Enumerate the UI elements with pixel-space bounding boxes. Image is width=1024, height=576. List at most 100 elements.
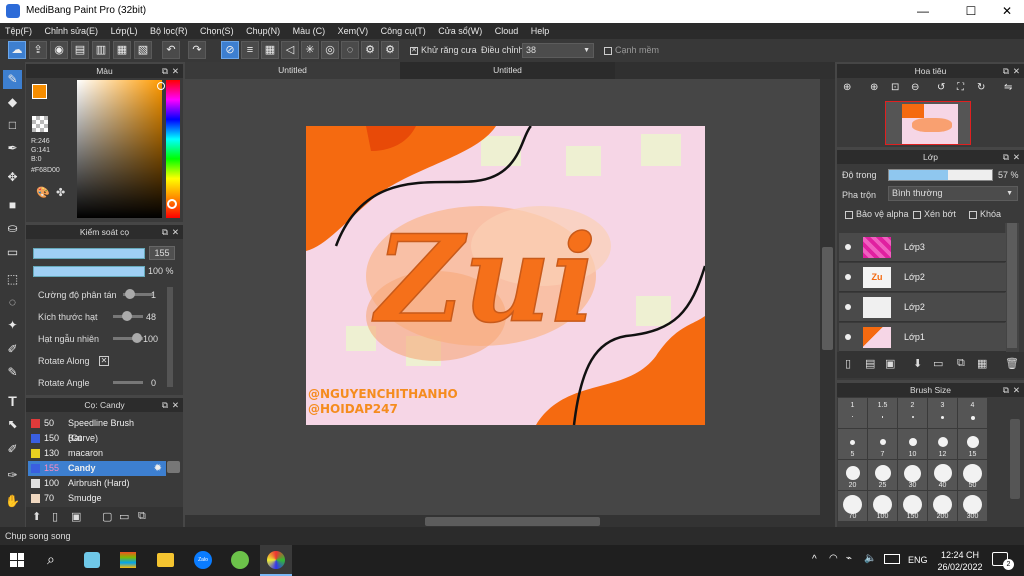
menu-tools[interactable]: Công cụ(T) (376, 23, 431, 39)
duplicate-icon[interactable]: ⧉ (138, 510, 146, 523)
brush-size-option[interactable]: 5 (838, 429, 867, 459)
gradient-tool-icon[interactable]: ▭ (3, 243, 22, 262)
brush-size-option[interactable]: 25 (868, 460, 897, 490)
doc-icon[interactable]: ▥ (92, 41, 110, 59)
brush-item[interactable]: 100 Airbrush (Hard) (28, 476, 166, 491)
share-icon[interactable]: ⇪ (29, 41, 47, 59)
magic-wand-icon[interactable]: ✦ (3, 316, 22, 335)
tab-untitled-1[interactable]: Untitled (185, 62, 400, 79)
circle-snap-icon[interactable]: ◎ (321, 41, 339, 59)
rotate-left-icon[interactable]: ↺ (937, 82, 945, 93)
fit-icon[interactable]: ⊡ (891, 82, 899, 93)
adjust-dropdown[interactable]: 38 ▼ (522, 43, 594, 58)
expand-icon[interactable]: ⧉ (162, 225, 168, 239)
menu-edit[interactable]: Chỉnh sửa(E) (40, 23, 104, 39)
file-explorer-icon[interactable] (157, 553, 174, 567)
foreground-color-swatch[interactable] (32, 84, 47, 99)
menu-select[interactable]: Chọn(S) (195, 23, 239, 39)
color-picker-cursor[interactable] (157, 82, 165, 90)
menu-help[interactable]: Help (526, 23, 555, 39)
new-layer-2-icon[interactable]: ▤ (865, 357, 875, 370)
operation-tool-icon[interactable]: ⬉ (3, 415, 22, 434)
parallel-snap-icon[interactable]: ≡ (241, 41, 259, 59)
chat-icon[interactable]: ◉ (50, 41, 68, 59)
brush-size-option[interactable]: 15 (958, 429, 987, 459)
store-app-icon[interactable] (120, 552, 136, 568)
grid-snap-icon[interactable]: ▦ (261, 41, 279, 59)
eye-icon[interactable] (845, 274, 851, 280)
protect-alpha-toggle[interactable]: Bảo vệ alpha (845, 209, 909, 219)
brush-list-scroll-thumb[interactable] (167, 461, 180, 473)
fullscreen-icon[interactable]: ⛶ (957, 82, 964, 93)
folder-icon[interactable]: ▭ (933, 357, 943, 370)
brush-item[interactable]: 150 Bat (28, 431, 166, 446)
clipping-checkbox[interactable] (913, 210, 921, 219)
brush-size-option[interactable]: 7 (868, 429, 897, 459)
blend-mode-dropdown[interactable]: Bình thường ▼ (888, 186, 1018, 201)
hue-slider-handle[interactable] (167, 199, 177, 209)
note-icon[interactable]: ▤ (71, 41, 89, 59)
wifi-icon[interactable]: ◠ (829, 553, 838, 564)
brush-size-option[interactable]: 10 (898, 429, 927, 459)
move-tool-icon[interactable]: ✥ (3, 168, 22, 187)
zoom-out-icon[interactable]: ⊖ (911, 82, 919, 93)
sharp-edge-checkbox[interactable] (604, 46, 612, 55)
menu-color[interactable]: Màu (C) (288, 23, 331, 39)
rotate-right-icon[interactable]: ↻ (977, 82, 985, 93)
snap-off-icon[interactable]: ⊘ (221, 41, 239, 59)
sharp-edge-toggle[interactable]: Cạnh mềm (604, 45, 659, 55)
eraser-tool-icon[interactable]: ◆ (3, 93, 22, 112)
horizontal-scrollbar[interactable] (185, 515, 835, 527)
layers-scrollbar[interactable] (1005, 223, 1019, 353)
zalo-app-icon[interactable]: Zalo (194, 551, 212, 569)
keyboard-icon[interactable] (884, 554, 900, 564)
zoom-plus-icon[interactable]: ⊕ (870, 82, 878, 93)
navigator-viewport[interactable] (885, 101, 971, 145)
vertical-scroll-thumb[interactable] (822, 247, 833, 350)
eye-icon[interactable] (845, 244, 851, 250)
brush-size-option[interactable]: 300 (958, 491, 987, 521)
brush-size-option[interactable]: 150 (898, 491, 927, 521)
eyedropper-tool-icon[interactable]: ✐ (3, 440, 22, 459)
select-eraser-icon[interactable]: ✎ (3, 363, 22, 382)
new-layer-icon[interactable]: ▯ (845, 357, 851, 370)
brush-menu-icon[interactable]: ▣ (71, 510, 81, 523)
menu-layer[interactable]: Lớp(L) (106, 23, 143, 39)
lasso-select-icon[interactable]: ◌ (3, 293, 22, 312)
delete-brush-icon[interactable]: ▢ (102, 510, 112, 523)
brush-opacity-slider[interactable] (33, 266, 145, 277)
redo-icon[interactable]: ↷ (188, 41, 206, 59)
eye-icon[interactable] (845, 334, 851, 340)
menu-file[interactable]: Tệp(F) (0, 23, 37, 39)
layers-scroll-thumb[interactable] (1007, 223, 1017, 348)
volume-icon[interactable]: 🔈 (864, 553, 876, 564)
brush-size-option[interactable]: 50 (958, 460, 987, 490)
perspective-snap-icon[interactable]: ◁ (281, 41, 299, 59)
protect-alpha-checkbox[interactable] (845, 210, 853, 219)
brush-size-option[interactable]: 70 (838, 491, 867, 521)
undo-icon[interactable]: ↶ (162, 41, 180, 59)
brush-item[interactable]: 50 Speedline Brush (Curve) (28, 416, 166, 443)
menu-cloud[interactable]: Cloud (490, 23, 524, 39)
pen-tool-icon[interactable]: ✒ (3, 139, 22, 158)
dot-tool-icon[interactable]: □ (3, 116, 22, 135)
brush-size-slider[interactable] (33, 248, 145, 259)
layer-menu-icon[interactable]: ▣ (885, 357, 895, 370)
antialias-checkbox[interactable]: ✕ (410, 46, 418, 55)
eyedropper2-tool-icon[interactable]: ✑ (3, 466, 22, 485)
menu-capture[interactable]: Chụp(N) (241, 23, 285, 39)
power-icon[interactable]: ⌁ (846, 553, 852, 564)
chevron-up-icon[interactable]: ^ (812, 554, 817, 565)
windows-start-icon[interactable] (10, 553, 24, 567)
params-scrollbar[interactable] (167, 287, 173, 387)
brush-size-option[interactable]: 200 (928, 491, 957, 521)
tab-untitled-2[interactable]: Untitled (400, 62, 615, 79)
saturation-value-picker[interactable] (77, 80, 162, 218)
fill-rect-tool-icon[interactable]: ■ (3, 196, 22, 215)
clipping-toggle[interactable]: Xén bớt (913, 209, 956, 219)
brush-size-option[interactable]: 2 (898, 398, 927, 428)
layer-settings-icon[interactable]: ▦ (977, 357, 987, 370)
lock-toggle[interactable]: Khóa (969, 209, 1001, 219)
menu-window[interactable]: Cửa sổ(W) (433, 23, 487, 39)
settings-snap-icon[interactable]: ⚙ (361, 41, 379, 59)
